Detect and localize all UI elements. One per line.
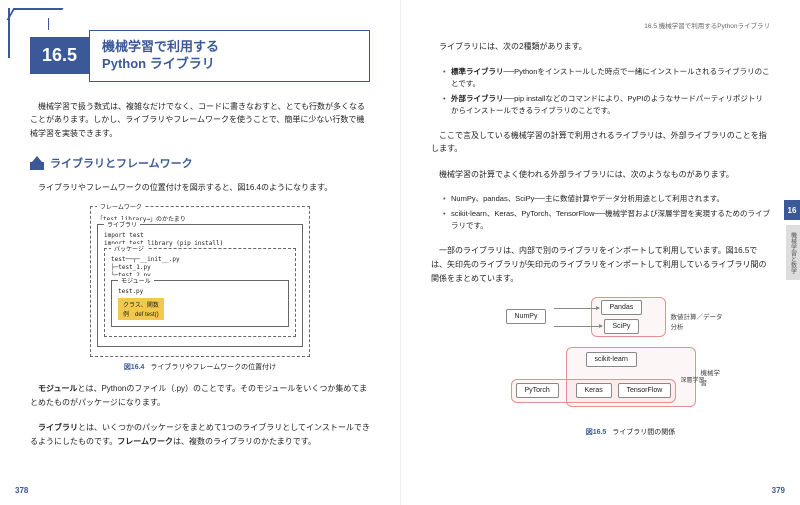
bullet-list: 標準ライブラリ──Pythonをインストールした時点で一緒にインストールされるラ… [443,66,770,117]
text: とは、Pythonのファイル（.py）のことです。そのモジュールをいくつか集めて… [30,384,367,407]
right-page: 16.5 機械学習で利用するPythonライブラリ ライブラリには、次の2種類が… [400,0,800,505]
framework-label: フレームワーク [97,202,145,211]
code: import test [104,232,296,239]
paragraph: 機械学習の計算でよく使われる外部ライブラリには、次のようなものがあります。 [431,168,770,182]
figure-16-5: NumPy Pandas SciPy scikit-learn Keras Py… [476,297,726,417]
list-item: NumPy、pandas、SciPy──主に数値計算やデータ分析用途として利用さ… [443,193,770,205]
section-title-line1: 機械学習で利用する [102,39,357,56]
bullet-lead: 標準ライブラリ [451,67,504,76]
box-pytorch: PyTorch [516,383,559,398]
paragraph: モジュールとは、Pythonのファイル（.py）のことです。そのモジュールをいく… [30,382,370,409]
term: ライブラリ [38,423,78,432]
code: ├─test_1.py [111,264,289,271]
box-tf: TensorFlow [618,383,672,398]
bullet-lead: 外部ライブラリ [451,94,504,103]
subsection-title: ライブラリとフレームワーク [50,155,193,171]
library-label: ライブラリ [104,220,140,229]
page-number: 378 [15,486,28,495]
list-item: 標準ライブラリ──Pythonをインストールした時点で一緒にインストールされるラ… [443,66,770,90]
figure-number: 図16.5 [586,429,607,436]
box-numpy: NumPy [506,309,547,324]
running-header: 16.5 機械学習で利用するPythonライブラリ [431,20,770,30]
class-label: クラス、関数 [123,300,159,309]
code: test──┬─__init__.py [111,256,289,263]
package-label: パッケージ [111,244,147,253]
module-label: モジュール [118,276,154,285]
paragraph: ライブラリとは、いくつかのパッケージをまとめて1つのライブラリとしてインストール… [30,421,370,448]
figure-caption-text: ライブラリやフレームワークの位置付け [150,364,276,371]
box-pandas: Pandas [601,300,643,315]
box-scipy: SciPy [604,319,640,334]
page-number: 379 [772,486,785,495]
paragraph: 機械学習で扱う数式は、複雑なだけでなく、コードに書きなおすと、とても行数が多くな… [30,100,370,141]
list-item: 外部ライブラリ──pip installなどのコマンドにより、PyPIのようなサ… [443,93,770,117]
figure-caption-text: ライブラリ間の関係 [612,429,675,436]
arrow-icon [554,308,599,309]
paragraph: ライブラリには、次の2種類があります。 [431,40,770,54]
section-title: 機械学習で利用する Python ライブラリ [89,30,370,82]
figure-16-4: フレームワーク 「test_library→」のかたまり ライブラリ impor… [90,206,310,372]
list-item: scikit-learn、Keras、PyTorch、TensorFlow──機… [443,208,770,232]
arrow-icon [554,326,602,327]
chapter-tab: 16 [784,200,800,220]
left-page: 16.5 機械学習で利用する Python ライブラリ 機械学習で扱う数式は、複… [0,0,400,505]
section-header: 16.5 機械学習で利用する Python ライブラリ [30,30,370,82]
bullet-list: NumPy、pandas、SciPy──主に数値計算やデータ分析用途として利用さ… [443,193,770,232]
figure-caption: 図16.4 ライブラリやフレームワークの位置付け [90,362,310,372]
subsection-heading: ライブラリとフレームワーク [30,155,370,171]
figure-caption: 図16.5 ライブラリ間の関係 [491,427,770,437]
term: フレームワーク [117,437,173,446]
text: は、複数のライブラリのかたまりです。 [173,437,316,446]
house-icon [30,156,44,170]
section-title-line2: Python ライブラリ [102,56,357,73]
group-label: 数値計算／データ分析 [671,311,726,331]
class-box: クラス、関数 例 def test() [118,298,164,320]
code: test.py [118,288,282,295]
term: モジュール [38,384,77,393]
paragraph: ここで言及している機械学習の計算で利用されるライブラリは、外部ライブラリのことを… [431,129,770,156]
crane-decoration [0,0,55,60]
group-label: 深層学習 [681,375,705,384]
paragraph: ライブラリやフレームワークの位置付けを図示すると、図16.4のようになります。 [30,181,370,195]
box-sklearn: scikit-learn [586,352,637,367]
paragraph: 一部のライブラリは、内部で別のライブラリをインポートして利用しています。図16.… [431,244,770,285]
box-keras: Keras [576,383,612,398]
class-example: 例 def test() [123,309,159,318]
chapter-tab-label: 機械学習と数学 [786,225,800,280]
figure-number: 図16.4 [124,364,145,371]
